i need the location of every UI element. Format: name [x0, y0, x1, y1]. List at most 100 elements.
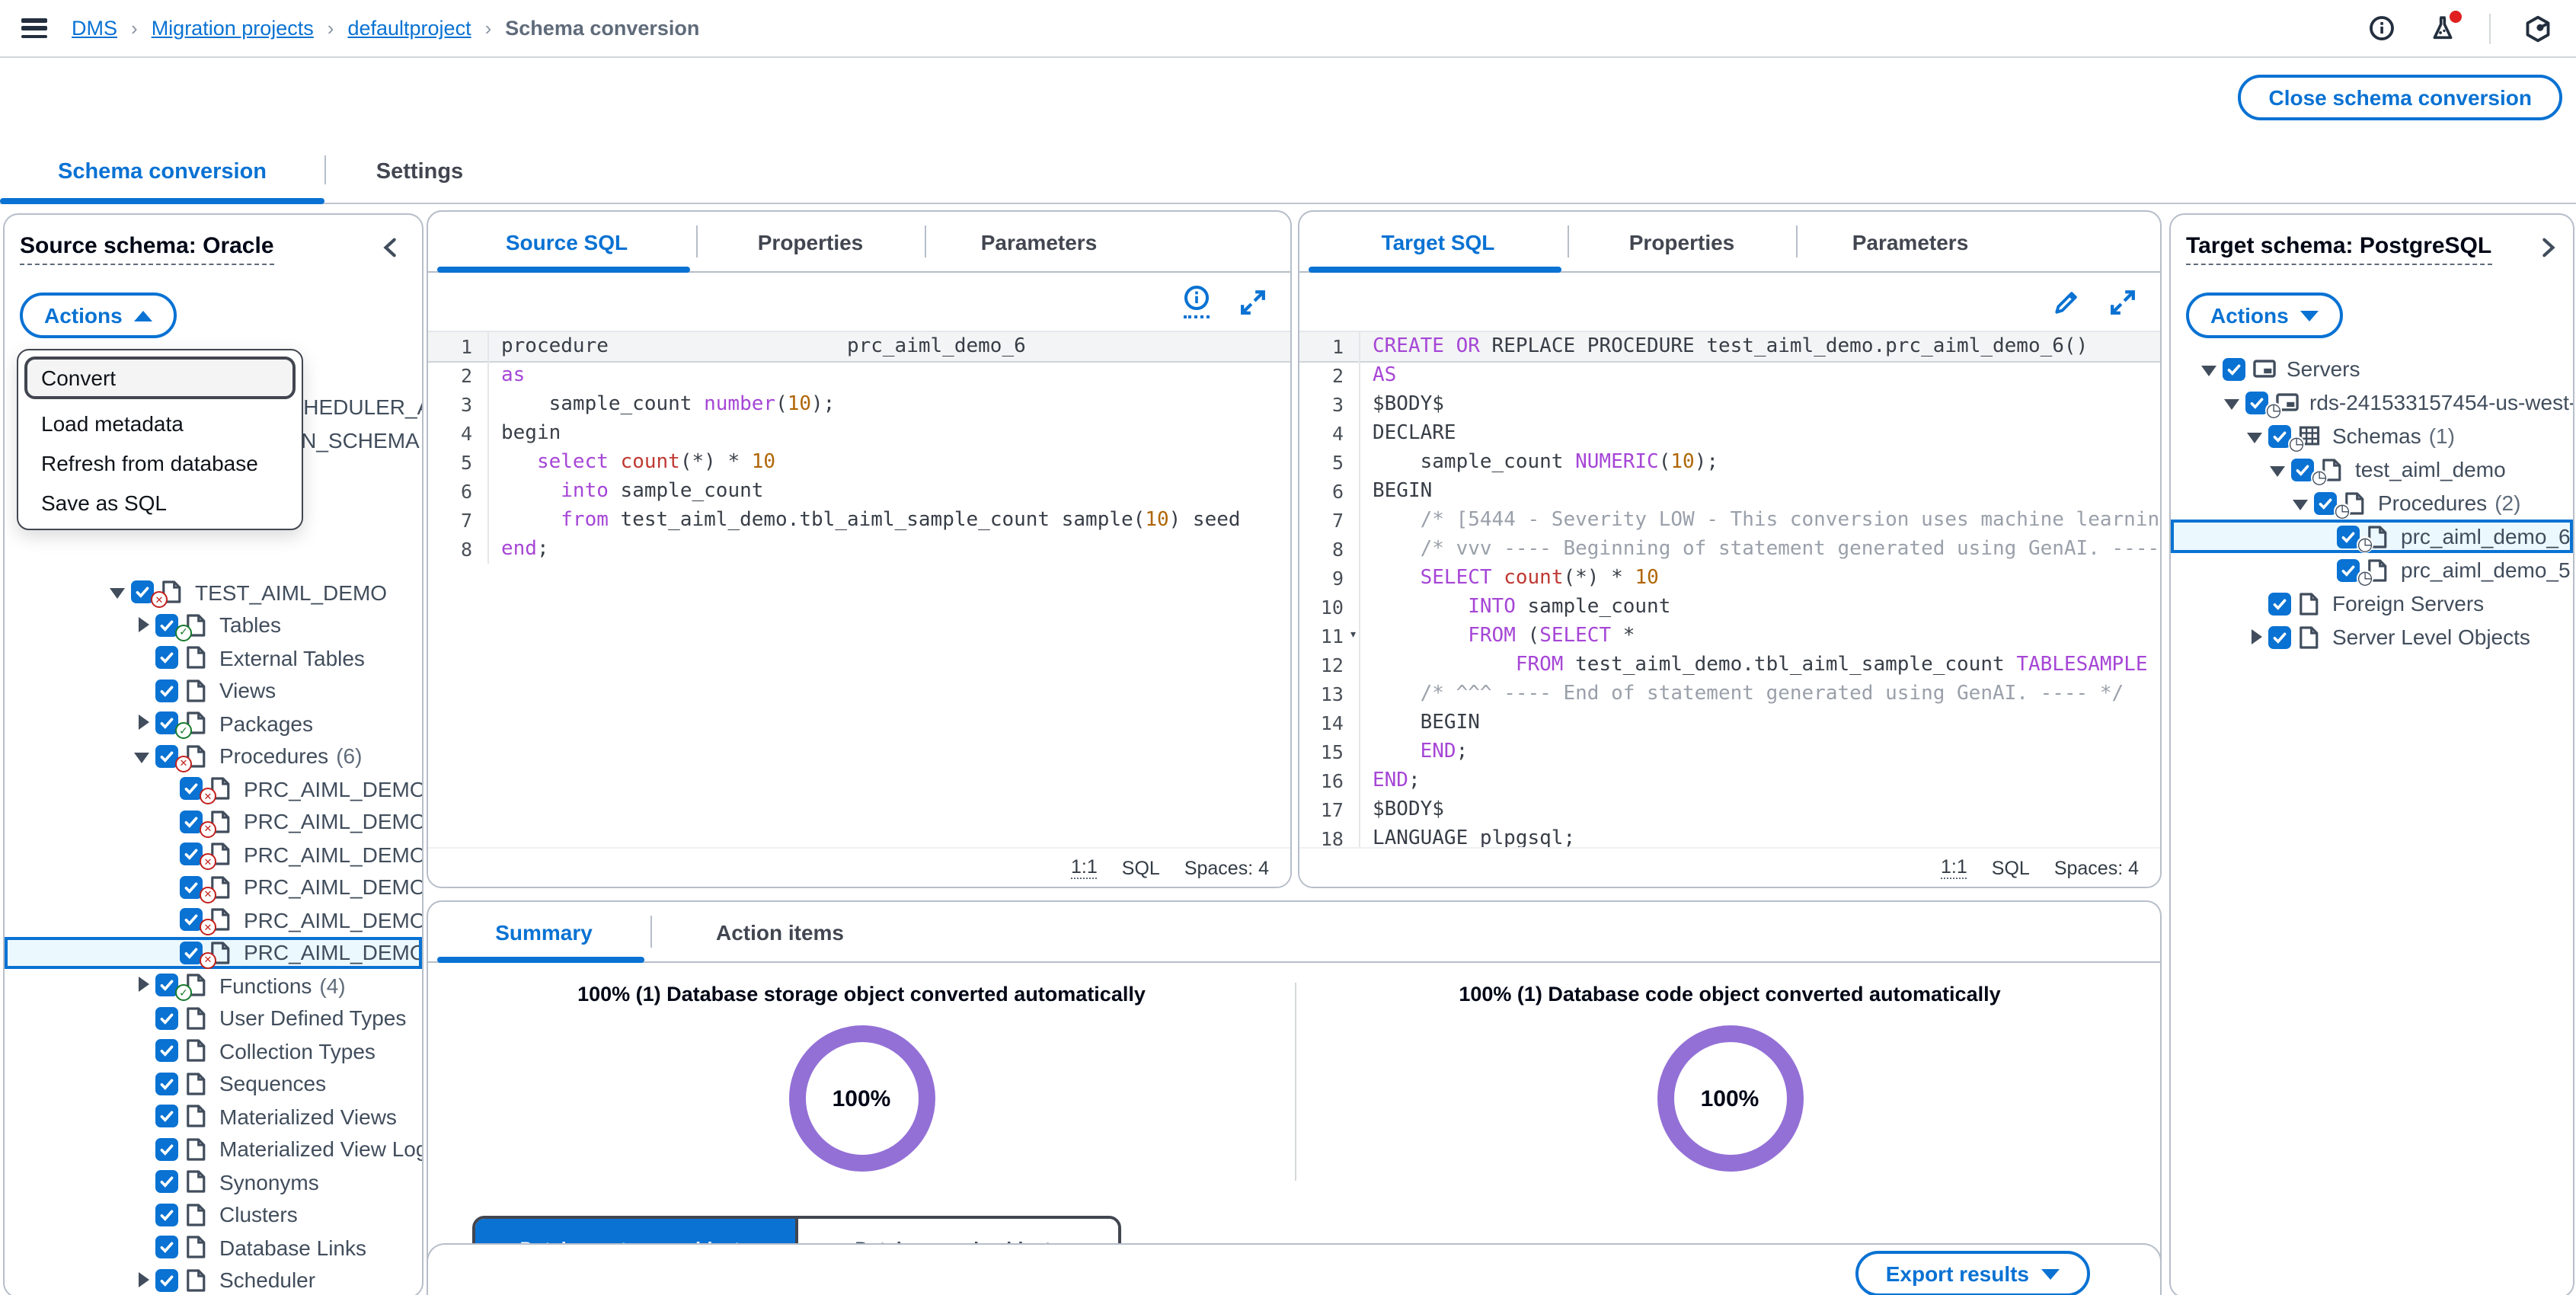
tree-item[interactable]: PRC_AIML_DEMO_1: [5, 772, 422, 805]
code-line[interactable]: 3 sample_count number(10);: [428, 390, 1290, 419]
tree-item[interactable]: Schemas (1): [2171, 419, 2573, 452]
tree-item[interactable]: Collection Types: [5, 1034, 422, 1067]
tree-item[interactable]: Materialized Views: [5, 1100, 422, 1133]
tree-item[interactable]: Procedures (6): [5, 740, 422, 772]
checkbox[interactable]: [155, 1138, 178, 1161]
code-line[interactable]: 4 DECLARE: [1299, 419, 2160, 448]
checkbox[interactable]: [155, 1073, 178, 1095]
code-line[interactable]: 12 FROM test_aiml_demo.tbl_aiml_sample_c…: [1299, 651, 2160, 679]
code-line[interactable]: 10 INTO sample_count: [1299, 593, 2160, 622]
expand-editor-icon[interactable]: [2110, 289, 2136, 315]
expand-arrow-icon[interactable]: [2245, 424, 2268, 447]
expand-arrow-icon[interactable]: [133, 1269, 155, 1292]
code-line[interactable]: 7 /* [5444 - Severity LOW - This convers…: [1299, 506, 2160, 535]
target-code-editor[interactable]: 1 CREATE OR REPLACE PROCEDURE test_aiml_…: [1299, 331, 2160, 849]
checkbox[interactable]: [155, 647, 178, 670]
source-code-editor[interactable]: 1 procedure prc_aiml_demo_6 2 as 3 sampl…: [428, 331, 1290, 849]
checkbox[interactable]: [155, 1269, 178, 1292]
menu-item[interactable]: Load metadata: [24, 404, 296, 443]
info-icon[interactable]: [2367, 14, 2395, 42]
cloudshell-hexagon-icon[interactable]: [2524, 14, 2552, 42]
tree-item[interactable]: Server Level Objects: [2171, 620, 2573, 654]
source-actions-button[interactable]: Actions: [20, 293, 177, 338]
tree-item[interactable]: Database Links: [5, 1231, 422, 1264]
export-results-button[interactable]: Export results: [1855, 1251, 2090, 1295]
tree-item[interactable]: Tables: [5, 609, 422, 641]
editor-tab[interactable]: Parameters: [925, 212, 1153, 271]
breadcrumb-link[interactable]: Schema conversion: [505, 17, 699, 40]
breadcrumb-link[interactable]: DMS: [72, 17, 117, 40]
menu-item[interactable]: Refresh from database: [24, 443, 296, 483]
tree-item[interactable]: PRC_AIML_DEMO_2: [5, 805, 422, 838]
code-line[interactable]: 6 BEGIN: [1299, 477, 2160, 506]
checkbox[interactable]: [155, 1171, 178, 1194]
code-line[interactable]: 2 as: [428, 361, 1290, 390]
expand-arrow-icon[interactable]: [133, 745, 155, 768]
info-icon[interactable]: [1184, 285, 1210, 318]
code-line[interactable]: 11▾ FROM (SELECT *: [1299, 622, 2160, 651]
code-line[interactable]: 3 $BODY$: [1299, 390, 2160, 419]
expand-arrow-icon[interactable]: [133, 712, 155, 735]
summary-tab[interactable]: Action items: [650, 902, 909, 961]
code-line[interactable]: 9 SELECT count(*) * 10: [1299, 564, 2160, 593]
tree-item[interactable]: Views: [5, 674, 422, 707]
checkbox[interactable]: [2268, 625, 2291, 648]
code-line[interactable]: 5 select count(*) * 10: [428, 448, 1290, 477]
checkbox[interactable]: [155, 1040, 178, 1063]
tree-item[interactable]: PRC_AIML_DEMO_3: [5, 838, 422, 871]
tree-item[interactable]: Functions (4): [5, 969, 422, 1002]
tree-item[interactable]: Clusters: [5, 1198, 422, 1231]
tree-item[interactable]: Scheduler: [5, 1264, 422, 1295]
code-line[interactable]: 7 from test_aiml_demo.tbl_aiml_sample_co…: [428, 506, 1290, 535]
tree-item[interactable]: prc_aiml_demo_5: [2171, 553, 2573, 587]
fold-icon[interactable]: ▾: [1349, 622, 1357, 651]
editor-tab[interactable]: Properties: [696, 212, 925, 271]
code-line[interactable]: 4 begin: [428, 419, 1290, 448]
edit-pencil-icon[interactable]: [2053, 289, 2079, 315]
expand-arrow-icon[interactable]: [108, 581, 131, 604]
code-line[interactable]: 15 END;: [1299, 737, 2160, 766]
labs-flask-icon[interactable]: [2428, 14, 2456, 42]
target-actions-button[interactable]: Actions: [2186, 293, 2344, 338]
expand-arrow-icon[interactable]: [2223, 391, 2245, 414]
checkbox[interactable]: [155, 1236, 178, 1259]
code-line[interactable]: 8 /* vvv ---- Beginning of statement gen…: [1299, 535, 2160, 564]
editor-tab[interactable]: Source SQL: [437, 212, 696, 271]
checkbox[interactable]: [2223, 357, 2245, 380]
tree-item[interactable]: PRC_AIML_DEMO_4: [5, 871, 422, 903]
close-schema-conversion-button[interactable]: Close schema conversion: [2239, 75, 2563, 120]
tree-item[interactable]: Materialized View Logs: [5, 1133, 422, 1166]
expand-panel-icon[interactable]: [2536, 236, 2561, 261]
menu-item[interactable]: Save as SQL: [24, 483, 296, 523]
tree-item[interactable]: External Tables: [5, 641, 422, 674]
expand-arrow-icon[interactable]: [133, 974, 155, 997]
code-line[interactable]: 13 /* ^^^ ---- End of statement generate…: [1299, 679, 2160, 708]
code-line[interactable]: 17 $BODY$: [1299, 795, 2160, 824]
checkbox[interactable]: [155, 679, 178, 702]
tree-item[interactable]: Sequences: [5, 1067, 422, 1100]
tree-item[interactable]: TEST_AIML_DEMO: [5, 576, 422, 609]
code-line[interactable]: 1 procedure prc_aiml_demo_6: [428, 332, 1290, 361]
tree-item[interactable]: Servers: [2171, 352, 2573, 385]
tree-item[interactable]: PRC_AIML_DEMO_6: [5, 936, 422, 969]
code-line[interactable]: 1 CREATE OR REPLACE PROCEDURE test_aiml_…: [1299, 332, 2160, 361]
cursor-position[interactable]: 1:1: [1941, 856, 1967, 879]
checkbox[interactable]: [2268, 592, 2291, 615]
tree-item[interactable]: Foreign Servers: [2171, 587, 2573, 620]
collapse-panel-icon[interactable]: [379, 236, 404, 261]
code-line[interactable]: 14 BEGIN: [1299, 708, 2160, 737]
code-line[interactable]: 18 LANGUAGE plpgsql;: [1299, 824, 2160, 849]
tree-item-partial[interactable]: TN_SCHEMA: [288, 428, 420, 452]
expand-arrow-icon[interactable]: [2268, 458, 2291, 481]
summary-tab[interactable]: Summary: [437, 902, 650, 961]
cursor-position[interactable]: 1:1: [1071, 856, 1098, 879]
expand-editor-icon[interactable]: [1240, 289, 1266, 315]
menu-hamburger-icon[interactable]: [21, 18, 47, 38]
editor-tab[interactable]: Parameters: [1796, 212, 2025, 271]
breadcrumb-link[interactable]: Migration projects: [152, 17, 314, 40]
code-line[interactable]: 2 AS: [1299, 361, 2160, 390]
editor-tab[interactable]: Properties: [1568, 212, 1796, 271]
editor-tab[interactable]: Target SQL: [1309, 212, 1568, 271]
checkbox[interactable]: [155, 1204, 178, 1226]
expand-arrow-icon[interactable]: [2200, 357, 2223, 380]
